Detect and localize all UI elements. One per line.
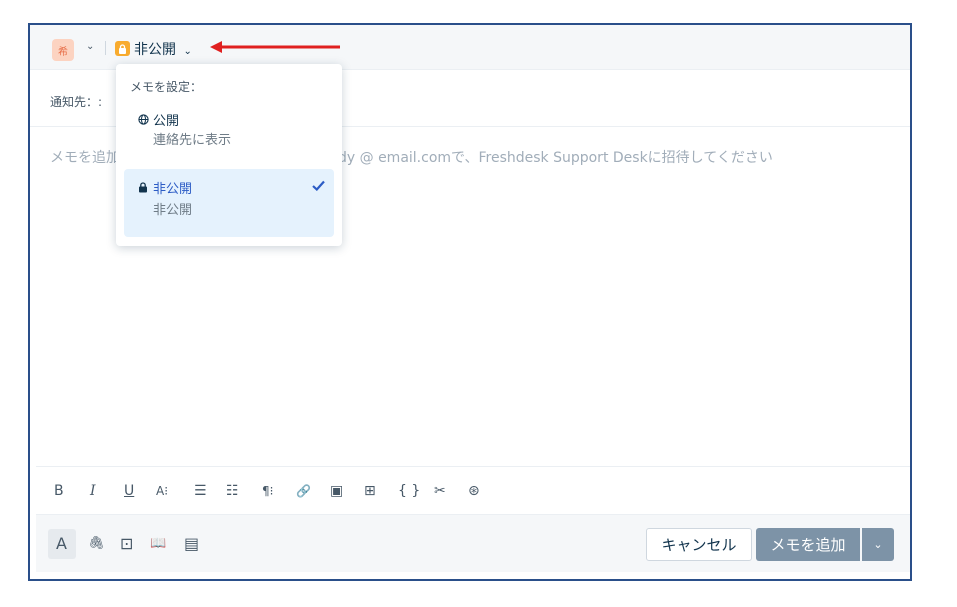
chevron-down-icon: ⌄ (183, 46, 192, 57)
canned-response-icon[interactable]: ⊡ (120, 534, 133, 554)
placeholder-right: dy @ email.comで、Freshdesk Support Deskに招… (338, 150, 773, 166)
agent-avatar[interactable]: 希 (52, 39, 74, 61)
check-icon (312, 179, 325, 195)
table-icon[interactable]: ⊞ (364, 482, 376, 500)
add-note-button[interactable]: メモを追加 (756, 528, 860, 561)
code-icon[interactable]: { } (398, 482, 420, 500)
option-public-title: 公開 (153, 114, 180, 129)
text-tool-icon: A (56, 534, 67, 553)
underline-button[interactable]: U (124, 482, 134, 500)
visibility-selector[interactable]: 非公開 ⌄ (134, 39, 192, 59)
header-divider (105, 41, 106, 55)
image-icon[interactable]: ▣ (330, 482, 343, 500)
ordered-list-icon[interactable]: ☰ (194, 482, 207, 500)
bullet-list-icon[interactable]: ☷ (226, 482, 239, 500)
lock-icon (138, 182, 148, 196)
visibility-label: 非公開 (134, 42, 176, 58)
option-private-subtitle: 非公開 (153, 203, 193, 218)
paragraph-icon[interactable]: ¶⁝ (262, 482, 273, 500)
chevron-down-icon[interactable]: ⌄ (862, 528, 894, 561)
option-public-subtitle: 連絡先に表示 (153, 133, 232, 148)
knowledge-base-icon[interactable]: 📖 (150, 534, 166, 554)
attach-icon[interactable]: 🖇 (88, 534, 105, 554)
clear-format-icon[interactable]: ✂ (434, 482, 446, 500)
lock-icon[interactable] (115, 41, 130, 56)
italic-button[interactable]: I (90, 482, 96, 500)
font-size-button[interactable]: A⁝ (156, 482, 168, 500)
format-toolbar: B I U A⁝ ☰ ☷ ¶⁝ 🔗 ▣ ⊞ { } ✂ ⊛ (36, 466, 910, 514)
note-editor-frame: 希 ⌄ 非公開 ⌄ 通知先：: メモを追加 dy @ email.comで、Fre… (28, 23, 912, 581)
link-icon[interactable]: 🔗 (296, 482, 311, 500)
canned-format-icon[interactable]: ⊛ (468, 482, 480, 500)
placeholder-left: メモを追加 (50, 150, 120, 166)
bold-button[interactable]: B (54, 482, 64, 500)
chevron-down-icon[interactable]: ⌄ (86, 41, 94, 52)
cancel-button[interactable]: キャンセル (646, 528, 752, 561)
dropdown-heading: メモを設定： (130, 80, 203, 94)
annotation-arrow (210, 41, 340, 53)
visibility-dropdown: メモを設定： 公開 連絡先に表示 非公開 非公開 (116, 64, 342, 246)
option-public[interactable]: 公開 連絡先に表示 (124, 104, 334, 154)
option-private[interactable]: 非公開 非公開 (124, 169, 334, 237)
option-private-title: 非公開 (153, 182, 193, 197)
note-template-icon[interactable]: ▤ (184, 534, 199, 554)
notify-label: 通知先：: (50, 95, 103, 109)
note-footer: A 🖇 ⊡ 📖 ▤ キャンセル メモを追加 ⌄ (36, 514, 910, 572)
globe-icon (138, 114, 149, 128)
